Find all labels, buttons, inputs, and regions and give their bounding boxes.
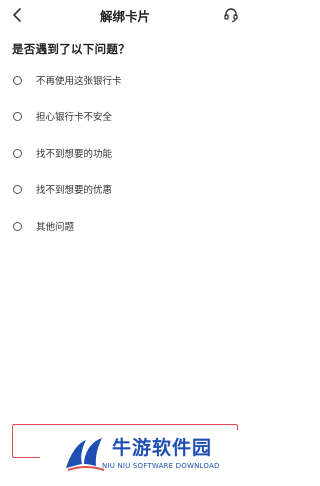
question-heading: 是否遇到了以下问题？ — [12, 42, 130, 56]
headset-icon — [224, 8, 238, 23]
option-label: 找不到想要的功能 — [36, 149, 113, 160]
option-card-unsafe[interactable]: 担心银行卡不安全 — [0, 100, 250, 132]
watermark-subtitle: NIU NIU SOFTWARE DOWNLOAD — [102, 462, 220, 470]
option-no-longer-use[interactable]: 不再使用这张银行卡 — [0, 64, 250, 96]
page-title: 解绑卡片 — [99, 9, 150, 24]
watermark-logo-icon — [66, 438, 105, 471]
option-other[interactable]: 其他问题 — [0, 210, 250, 242]
radio-button[interactable] — [13, 111, 22, 121]
option-label: 其他问题 — [36, 222, 75, 233]
radio-button[interactable] — [13, 221, 22, 231]
option-label: 找不到想要的优惠 — [36, 185, 113, 196]
radio-button[interactable] — [13, 148, 22, 158]
option-feature-missing[interactable]: 找不到想要的功能 — [0, 137, 250, 169]
watermark-title: 牛游软件园 — [112, 437, 213, 459]
radio-button[interactable] — [13, 75, 22, 85]
watermark: 牛游软件园 NIU NIU SOFTWARE DOWNLOAD — [40, 430, 250, 486]
top-nav-bar: 解绑卡片 — [0, 0, 250, 30]
option-label: 不再使用这张银行卡 — [36, 76, 122, 87]
customer-service-button[interactable] — [220, 4, 242, 26]
option-offer-missing[interactable]: 找不到想要的优惠 — [0, 173, 250, 205]
option-label: 担心银行卡不安全 — [36, 112, 113, 123]
radio-button[interactable] — [13, 184, 22, 194]
